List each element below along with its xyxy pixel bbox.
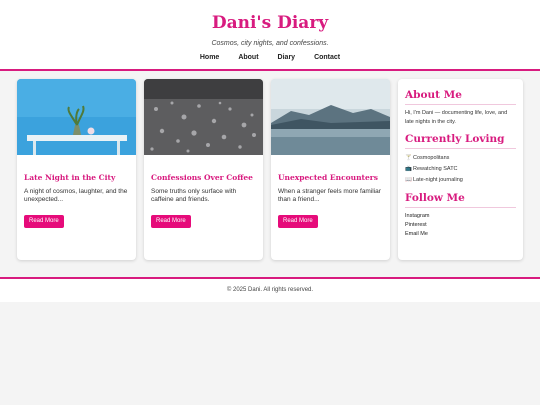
post-title[interactable]: Confessions Over Coffee (151, 173, 253, 182)
post-excerpt: A night of cosmos, laughter, and the une… (24, 188, 128, 203)
about-text: Hi, I'm Dani — documenting life, love, a… (405, 110, 508, 125)
post-card: Confessions Over Coffee Some truths only… (144, 79, 263, 260)
pinterest-link[interactable]: Pinterest (405, 222, 427, 228)
site-title: Dani's Diary (211, 13, 329, 33)
nav-contact-link[interactable]: Contact (314, 54, 340, 61)
list-item-label: Cosmopolitans (413, 155, 450, 161)
site-header: Dani's Diary Cosmos, city nights, and co… (0, 0, 540, 71)
main-nav: Home About Diary Contact (0, 54, 540, 61)
read-more-button[interactable]: Read More (24, 215, 64, 228)
post-title[interactable]: Unexpected Encounters (278, 173, 378, 182)
email-link[interactable]: Email Me (405, 231, 428, 237)
post-title[interactable]: Late Night in the City (24, 173, 115, 182)
post-excerpt: When a stranger feels more familiar than… (278, 188, 381, 203)
follow-links: Instagram Pinterest Email Me (405, 212, 516, 239)
nav-home-link[interactable]: Home (200, 54, 219, 61)
list-item: 🍸Cosmopolitans (405, 153, 516, 164)
main-content: Late Night in the City A night of cosmos… (0, 73, 540, 277)
cocktail-icon: 🍸 (405, 155, 412, 161)
nav-diary-link[interactable]: Diary (278, 54, 296, 61)
tv-icon: 📺 (405, 166, 412, 172)
instagram-link[interactable]: Instagram (405, 213, 429, 219)
follow-heading: Follow Me (405, 192, 516, 208)
site-tagline: Cosmos, city nights, and confessions. (211, 40, 329, 47)
list-item: 📺Rewatching SATC (405, 164, 516, 175)
nav-about-link[interactable]: About (238, 54, 258, 61)
post-excerpt: Some truths only surface with caffeine a… (151, 188, 237, 203)
currently-loving-list: 🍸Cosmopolitans 📺Rewatching SATC 📖Late-ni… (405, 153, 516, 186)
post-card: Unexpected Encounters When a stranger fe… (271, 79, 390, 260)
list-item: 📖Late-night journaling (405, 175, 516, 186)
post-image-table-plant[interactable] (17, 79, 136, 155)
post-card: Late Night in the City A night of cosmos… (17, 79, 136, 260)
list-item-label: Late-night journaling (413, 177, 463, 183)
about-heading: About Me (405, 89, 516, 105)
currently-loving-heading: Currently Loving (405, 133, 516, 149)
read-more-button[interactable]: Read More (278, 215, 318, 228)
read-more-button[interactable]: Read More (151, 215, 191, 228)
list-item-label: Rewatching SATC (413, 166, 458, 172)
post-image-lake-mountains[interactable] (271, 79, 390, 155)
site-footer: © 2025 Dani. All rights reserved. (0, 277, 540, 302)
footer-copyright: © 2025 Dani. All rights reserved. (226, 287, 314, 293)
sidebar: About Me Hi, I'm Dani — documenting life… (398, 79, 523, 260)
post-image-water-drops[interactable] (144, 79, 263, 155)
book-icon: 📖 (405, 177, 412, 183)
